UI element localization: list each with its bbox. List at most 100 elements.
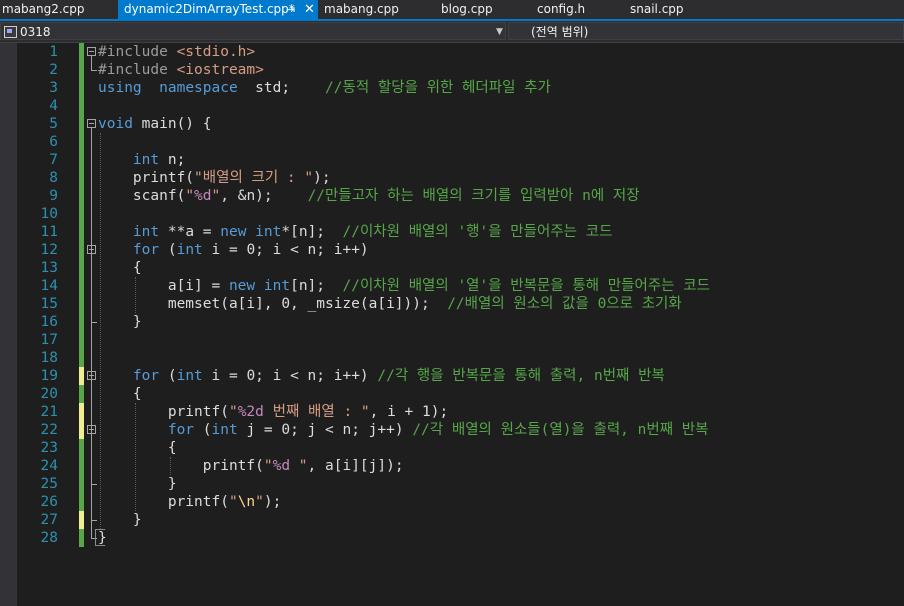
code-token: ); <box>263 494 282 510</box>
code-line[interactable]: 2 #include <iostream> <box>0 61 904 79</box>
code-text: a[i] = new int[n]; //이차원 배열의 '열'을 반복문을 통… <box>98 277 710 295</box>
code-token: using <box>98 80 142 96</box>
saved-change-marker <box>79 331 84 349</box>
code-line[interactable]: 8 printf("배열의 크기 : "); <box>0 169 904 187</box>
tab-label: mabang.cpp <box>324 2 399 16</box>
code-line[interactable]: 5 void main() { <box>0 115 904 133</box>
code-text: { <box>98 385 142 403</box>
tab-dynamic2dimarraytest-cpp[interactable]: dynamic2DimArrayTest.cpp* ⇥ ✕ <box>118 0 318 19</box>
code-token: std; <box>237 80 326 96</box>
line-number: 5 <box>49 116 58 132</box>
code-token: //각 배열의 원소들(열)을 출력, n번째 반복 <box>412 422 709 438</box>
tab-snail-cpp[interactable]: snail.cpp <box>630 0 684 19</box>
code-token: //배열의 원소의 값을 0으로 초기화 <box>447 296 682 312</box>
tab-label: snail.cpp <box>630 2 684 16</box>
code-line[interactable]: 20 { <box>0 385 904 403</box>
code-token: " <box>290 458 308 474</box>
code-text: { <box>98 439 177 457</box>
code-line[interactable]: 16 } <box>0 313 904 331</box>
collapse-icon[interactable] <box>87 47 96 56</box>
code-line[interactable]: 11 int **a = new int*[n]; //이차원 배열의 '행'을… <box>0 223 904 241</box>
code-token: void <box>98 116 133 132</box>
code-text: printf("%2d 번째 배열 : ", i + 1); <box>98 403 448 421</box>
tab-config-h[interactable]: config.h <box>537 0 585 19</box>
code-editor[interactable]: 1 #include <stdio.h> 2 #include <iostream> 3… <box>0 43 904 606</box>
code-token: int <box>132 152 160 168</box>
unsaved-change-marker <box>79 367 84 385</box>
pin-icon[interactable]: ⇥ <box>286 0 295 19</box>
outline-end <box>91 70 97 71</box>
code-token: **a = <box>159 224 221 240</box>
code-token: %d <box>272 458 291 474</box>
unsaved-change-marker <box>79 403 84 421</box>
code-line[interactable]: 27 } <box>0 511 904 529</box>
line-number: 9 <box>49 188 58 204</box>
line-number: 18 <box>40 350 58 366</box>
close-icon[interactable]: ✕ <box>304 0 315 19</box>
code-line[interactable]: 6 <box>0 133 904 151</box>
code-line[interactable]: 4 <box>0 97 904 115</box>
code-token: j = 0; j < n; j++) <box>237 422 413 438</box>
tab-label: dynamic2DimArrayTest.cpp* <box>124 2 295 16</box>
code-token: <iostream> <box>176 62 264 78</box>
saved-change-marker <box>79 43 84 61</box>
line-number: 17 <box>40 332 58 348</box>
code-line[interactable]: 17 <box>0 331 904 349</box>
code-text: #include <iostream> <box>98 61 264 79</box>
code-text: } <box>98 313 142 331</box>
saved-change-marker <box>79 133 84 151</box>
code-token: new <box>228 278 256 294</box>
code-text: printf("\n"); <box>98 493 282 511</box>
code-line[interactable]: 18 <box>0 349 904 367</box>
line-number: 26 <box>40 494 58 510</box>
line-number: 10 <box>40 206 58 222</box>
code-line[interactable]: 10 <box>0 205 904 223</box>
saved-change-marker <box>79 259 84 277</box>
code-line[interactable]: 13 { <box>0 259 904 277</box>
line-number: 13 <box>40 260 58 276</box>
code-token: <stdio.h> <box>176 44 256 60</box>
tab-mabang2-cpp[interactable]: mabang2.cpp <box>2 0 85 19</box>
code-line[interactable]: 19 for (int i = 0; i < n; i++) //각 행을 반복… <box>0 367 904 385</box>
tab-mabang-cpp[interactable]: mabang.cpp <box>324 0 399 19</box>
code-line[interactable]: 1 #include <stdio.h> <box>0 43 904 61</box>
code-token: { <box>98 260 142 276</box>
code-line[interactable]: 3 using namespace std; //동적 할당을 위한 헤더파일 추… <box>0 79 904 97</box>
indent-guide <box>100 133 101 529</box>
tab-blog-cpp[interactable]: blog.cpp <box>441 0 493 19</box>
code-token: i = 0; i < n; i++) <box>202 368 378 384</box>
code-token: " <box>228 404 238 420</box>
brace-match-highlight <box>95 529 105 546</box>
code-line[interactable]: 7 int n; <box>0 151 904 169</box>
code-line[interactable]: 28} <box>0 529 904 547</box>
saved-change-marker <box>79 493 84 511</box>
code-token: { <box>98 386 142 402</box>
collapse-icon[interactable] <box>87 119 96 128</box>
scope-combo[interactable]: (전역 범위) <box>508 22 904 40</box>
code-line[interactable]: 9 scanf("%d", &n); //만들고자 하는 배열의 크기를 입력받… <box>0 187 904 205</box>
saved-change-marker <box>79 115 84 133</box>
code-token: %d <box>194 188 212 204</box>
project-combo[interactable]: 0318 ▼ <box>0 22 506 40</box>
line-number: 19 <box>40 368 58 384</box>
saved-change-marker <box>79 205 84 223</box>
line-number: 24 <box>40 458 58 474</box>
code-token: , &n); <box>220 188 308 204</box>
code-token: for <box>132 242 160 258</box>
line-number: 8 <box>49 170 58 186</box>
code-token: ); <box>313 170 331 186</box>
code-token: scanf( <box>98 188 186 204</box>
code-text: for (int j = 0; j < n; j++) //각 배열의 원소들(… <box>98 421 709 439</box>
line-number: 12 <box>40 242 58 258</box>
saved-change-marker <box>79 169 84 187</box>
saved-change-marker <box>79 241 84 259</box>
saved-change-marker <box>79 151 84 169</box>
code-text: using namespace std; //동적 할당을 위한 헤더파일 추가 <box>98 79 551 97</box>
indent-guide <box>170 457 171 475</box>
code-line[interactable]: 12 for (int i = 0; i < n; i++) <box>0 241 904 259</box>
